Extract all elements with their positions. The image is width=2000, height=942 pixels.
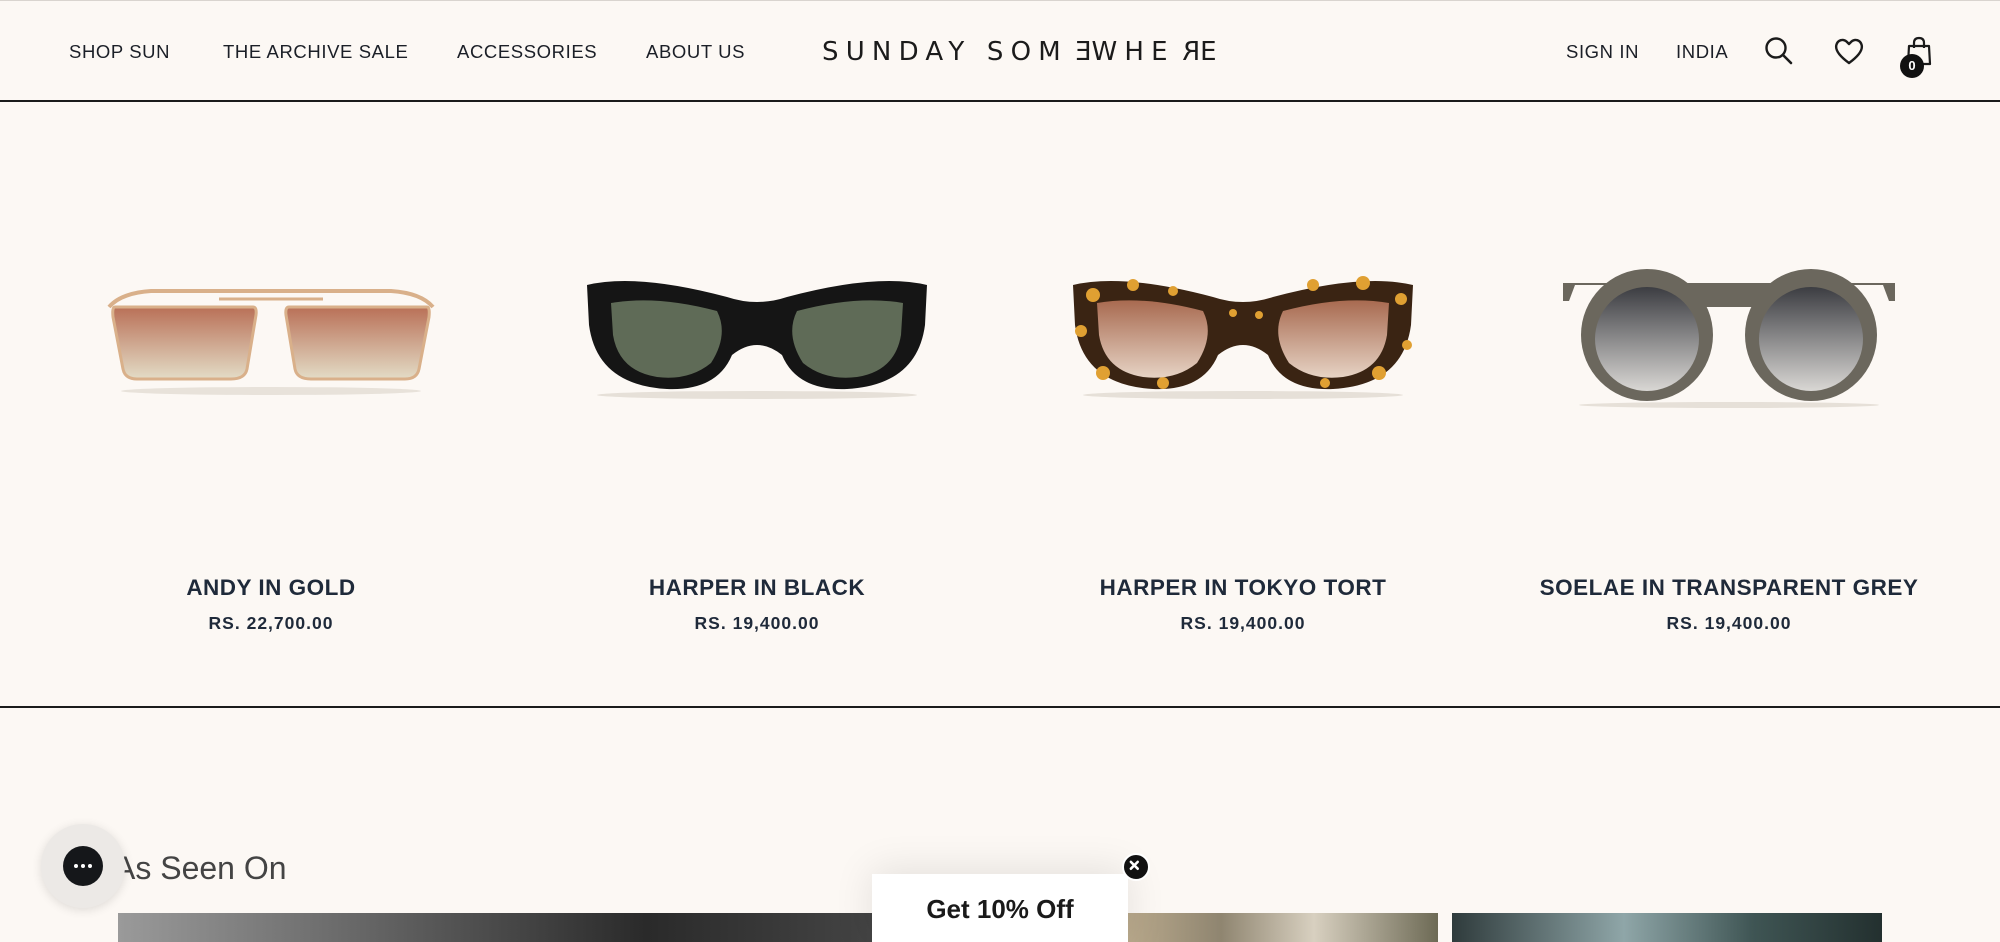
- site-header: SHOP SUN THE ARCHIVE SALE ACCESSORIES AB…: [0, 0, 2000, 102]
- product-price: RS. 19,400.00: [1666, 613, 1792, 633]
- as-seen-on-heading: As Seen On: [114, 850, 287, 886]
- section-divider: [0, 706, 2000, 708]
- sign-in-link[interactable]: SIGN IN: [1566, 41, 1639, 63]
- product-card[interactable]: ANDY IN GOLD RS. 22,700.00: [28, 255, 514, 645]
- nav-shop-sun[interactable]: SHOP SUN: [69, 41, 170, 63]
- chat-launcher-button[interactable]: [41, 824, 125, 908]
- brand-logo[interactable]: SUNDAY SOMEWHERE: [822, 37, 1224, 67]
- logo-text-3: E: [1200, 37, 1224, 67]
- cart-count-badge: 0: [1900, 54, 1924, 78]
- press-image[interactable]: [118, 913, 872, 942]
- search-icon[interactable]: [1763, 35, 1795, 67]
- product-name[interactable]: HARPER IN TOKYO TORT: [1000, 575, 1486, 601]
- logo-text-1: SUNDAY SOM: [822, 37, 1068, 67]
- product-name[interactable]: HARPER IN BLACK: [514, 575, 1000, 601]
- press-image[interactable]: [1128, 913, 1438, 942]
- product-card[interactable]: HARPER IN BLACK RS. 19,400.00: [514, 255, 1000, 645]
- close-icon[interactable]: [1122, 853, 1150, 881]
- cat-eye-black-sunglasses-image: [587, 281, 927, 399]
- product-name[interactable]: SOELAE IN TRANSPARENT GREY: [1486, 575, 1972, 601]
- press-image[interactable]: [1452, 913, 1882, 942]
- product-price: RS. 19,400.00: [694, 613, 820, 633]
- product-price: RS. 19,400.00: [1180, 613, 1306, 633]
- discount-promo-tab[interactable]: Get 10% Off: [872, 874, 1128, 942]
- logo-flipped-letter: E: [1067, 37, 1092, 67]
- heart-icon[interactable]: [1833, 35, 1865, 67]
- round-grey-sunglasses-image: [1563, 269, 1895, 408]
- product-price: RS. 22,700.00: [208, 613, 334, 633]
- aviator-sunglasses-image: [107, 289, 435, 395]
- logo-text-2: WHE: [1091, 37, 1175, 67]
- nav-accessories[interactable]: ACCESSORIES: [457, 41, 597, 63]
- region-selector[interactable]: INDIA: [1676, 41, 1728, 63]
- product-name[interactable]: ANDY IN GOLD: [28, 575, 514, 601]
- cat-eye-tortoise-sunglasses-image: [1073, 276, 1413, 399]
- product-card[interactable]: HARPER IN TOKYO TORT RS. 19,400.00: [1000, 255, 1486, 645]
- chat-bubble-icon: [63, 846, 103, 886]
- promo-label: Get 10% Off: [926, 894, 1074, 924]
- product-card[interactable]: SOELAE IN TRANSPARENT GREY RS. 19,400.00: [1486, 255, 1972, 645]
- nav-about-us[interactable]: ABOUT US: [646, 41, 745, 63]
- nav-archive-sale[interactable]: THE ARCHIVE SALE: [223, 41, 408, 63]
- logo-flipped-letter-2: R: [1174, 37, 1201, 67]
